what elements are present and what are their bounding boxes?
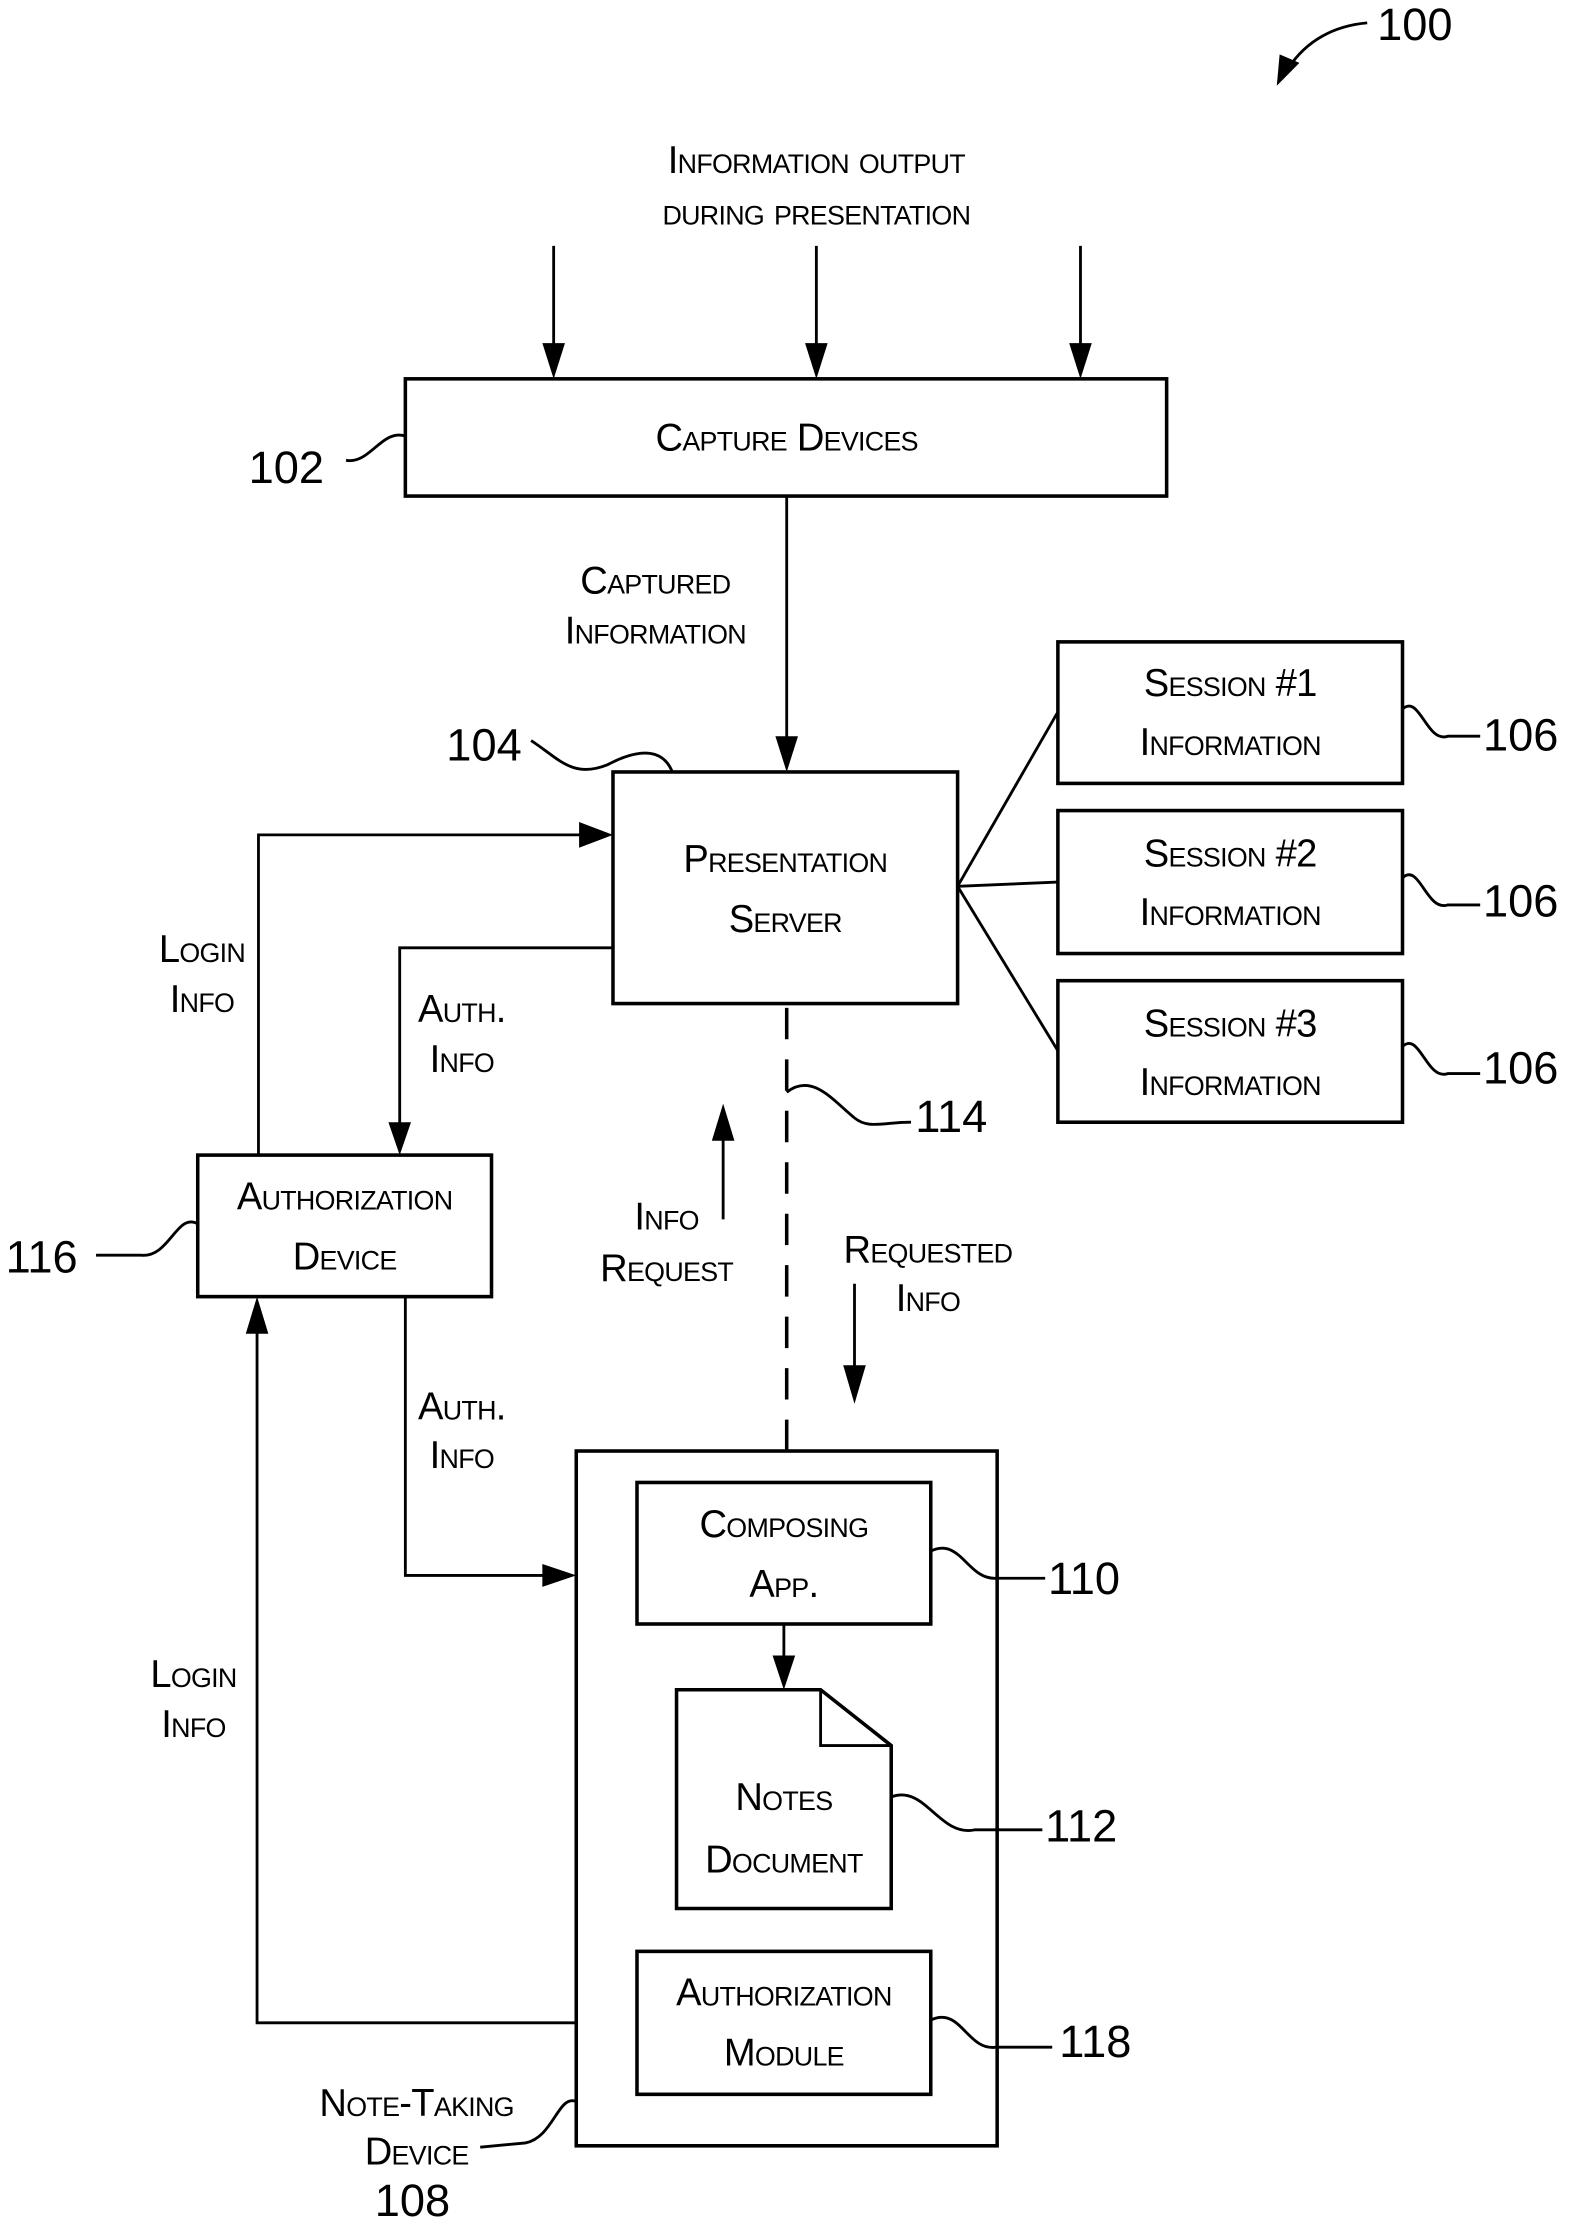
ref-112: 112: [1045, 1800, 1117, 1851]
ref-114: 114: [915, 1091, 987, 1142]
login-info-top-line2: Info: [170, 978, 234, 1021]
ref-102: 102: [249, 442, 324, 493]
session-3-box[interactable]: Session #3 Information: [1056, 978, 1405, 1125]
authorization-module-box[interactable]: Authorization Module: [635, 1949, 933, 2097]
auth-info-top-line2: Info: [430, 1038, 494, 1081]
ref-leader-106-1: [1401, 704, 1481, 739]
input-label-line1: Information output: [668, 139, 965, 182]
authorization-device-line2: Device: [293, 1235, 397, 1278]
requested-info-arrow: [843, 1283, 866, 1404]
ref-116: 116: [6, 1231, 78, 1282]
requested-info-line2: Info: [896, 1277, 960, 1320]
session-3-line2: Information: [1140, 1061, 1321, 1104]
composing-app-box[interactable]: Composing App.: [635, 1480, 933, 1626]
login-info-bottom-line1: Login: [150, 1653, 236, 1696]
requested-info-line1: Requested: [844, 1228, 1013, 1271]
presentation-server-box[interactable]: Presentation Server: [611, 770, 960, 1006]
note-taking-device-line2: Device: [365, 2130, 469, 2173]
notes-document-line2: Document: [705, 1839, 863, 1882]
presentation-server-line2: Server: [729, 898, 842, 941]
ref-leader-114: [785, 1084, 911, 1126]
composing-app-line2: App.: [749, 1563, 818, 1606]
auth-info-bottom-line1: Auth.: [418, 1385, 506, 1428]
auth-info-bottom-line2: Info: [430, 1434, 494, 1477]
ref-110: 110: [1048, 1553, 1120, 1604]
session-2-line2: Information: [1140, 891, 1321, 934]
session-1-line1: Session #1: [1144, 662, 1317, 705]
notes-document-icon[interactable]: Notes Document: [674, 1687, 893, 1911]
authorization-device-line1: Authorization: [237, 1175, 453, 1218]
figure-ref-label: 100: [1377, 0, 1452, 50]
ref-104: 104: [446, 719, 521, 770]
login-info-bottom-line2: Info: [161, 1703, 225, 1746]
info-request-line1: Info: [634, 1195, 698, 1238]
ref-leader-106-2: [1401, 873, 1481, 907]
capture-devices-label: Capture Devices: [656, 416, 918, 459]
system-diagram: 100 Information output during presentati…: [6, 0, 1559, 2226]
authorization-device-box[interactable]: Authorization Device: [195, 1153, 494, 1299]
session-2-line1: Session #2: [1144, 832, 1317, 875]
auth-info-top-arrow: [388, 946, 613, 1156]
input-arrows: [542, 245, 1092, 379]
ref-108: 108: [375, 2175, 450, 2226]
session-3-line1: Session #3: [1144, 1002, 1317, 1045]
notes-document-line1: Notes: [735, 1776, 832, 1819]
presentation-server-line1: Presentation: [683, 838, 887, 881]
ref-106-2: 106: [1483, 875, 1558, 926]
note-taking-device-line1: Note-Taking: [319, 2082, 513, 2125]
ref-106-3: 106: [1483, 1042, 1558, 1093]
session-1-box[interactable]: Session #1 Information: [1056, 640, 1405, 786]
ref-leader-106-3: [1401, 1042, 1481, 1076]
auth-info-top-line1: Auth.: [418, 988, 506, 1031]
ref-leader-104: [530, 739, 674, 773]
authorization-module-line2: Module: [724, 2032, 844, 2075]
authorization-module-line1: Authorization: [676, 1971, 892, 2014]
ref-106-1: 106: [1483, 709, 1558, 760]
figure-ref-100: 100: [1276, 0, 1452, 86]
ref-118: 118: [1059, 2016, 1131, 2067]
ref-leader-102: [345, 433, 406, 462]
info-request-line2: Request: [600, 1247, 733, 1290]
captured-info-line1: Captured: [580, 559, 730, 602]
input-label-line2: during presentation: [662, 190, 970, 233]
composing-app-line1: Composing: [699, 1503, 868, 1546]
session-1-line2: Information: [1140, 721, 1321, 764]
session-2-box[interactable]: Session #2 Information: [1056, 808, 1405, 956]
capture-devices-box[interactable]: Capture Devices: [403, 377, 1169, 498]
info-request-arrow: [711, 1103, 735, 1220]
login-info-top-line1: Login: [159, 928, 245, 971]
captured-info-line2: Information: [565, 609, 746, 652]
ref-leader-116: [96, 1220, 199, 1257]
session-connectors: [956, 711, 1060, 1052]
